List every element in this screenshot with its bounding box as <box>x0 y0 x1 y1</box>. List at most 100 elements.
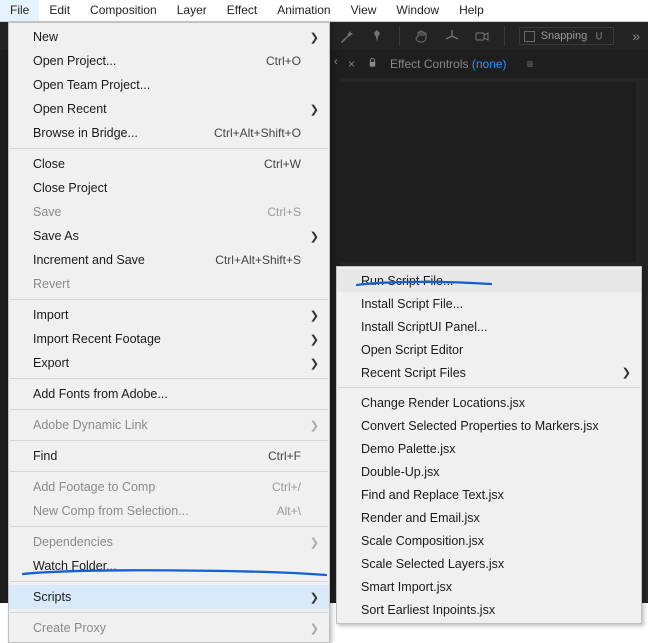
menu-item-label: Open Team Project... <box>33 78 301 92</box>
scripts-submenu: Run Script File...Install Script File...… <box>336 266 642 624</box>
panel-menu-icon[interactable]: ≡ <box>527 57 534 71</box>
scripts-menu-item[interactable]: Run Script File... <box>337 269 641 292</box>
menu-item-label: New <box>33 30 301 44</box>
axis-icon[interactable] <box>444 28 460 44</box>
file-menu-item: Dependencies ❯ <box>9 530 329 554</box>
menu-separator <box>10 526 328 527</box>
file-menu-item[interactable]: CloseCtrl+W <box>9 152 329 176</box>
menu-separator <box>10 440 328 441</box>
scripts-menu-item[interactable]: Recent Script Files❯ <box>337 361 641 384</box>
effect-controls-target: (none) <box>472 57 507 71</box>
file-menu-item[interactable]: Export❯ <box>9 351 329 375</box>
file-menu-item[interactable]: Watch Folder... <box>9 554 329 578</box>
scripts-menu-item[interactable]: Convert Selected Properties to Markers.j… <box>337 414 641 437</box>
menu-item-label: Double-Up.jsx <box>361 465 617 479</box>
submenu-arrow-icon: ❯ <box>622 366 631 379</box>
menu-file[interactable]: File <box>0 0 39 21</box>
menu-item-label: Watch Folder... <box>33 559 301 573</box>
file-menu-item[interactable]: Open Project...Ctrl+O <box>9 49 329 73</box>
scripts-menu-item[interactable]: Scale Selected Layers.jsx <box>337 552 641 575</box>
file-menu-item[interactable]: Open Recent❯ <box>9 97 329 121</box>
menu-layer[interactable]: Layer <box>167 0 217 21</box>
file-menu-item: Add Footage to CompCtrl+/ <box>9 475 329 499</box>
file-menu-item: SaveCtrl+S <box>9 200 329 224</box>
submenu-arrow-icon: ❯ <box>310 31 319 44</box>
file-menu-item[interactable]: Save As ❯ <box>9 224 329 248</box>
effect-controls-tab[interactable]: Effect Controls (none) <box>390 57 507 71</box>
menu-item-label: Find and Replace Text.jsx <box>361 488 617 502</box>
scripts-menu-item[interactable]: Demo Palette.jsx <box>337 437 641 460</box>
file-menu-item[interactable]: Import ❯ <box>9 303 329 327</box>
scripts-menu-item[interactable]: Render and Email.jsx <box>337 506 641 529</box>
file-menu-item[interactable]: Import Recent Footage❯ <box>9 327 329 351</box>
menu-item-label: Dependencies <box>33 535 301 549</box>
menu-separator <box>10 581 328 582</box>
file-menu-item[interactable]: Increment and SaveCtrl+Alt+Shift+S <box>9 248 329 272</box>
menu-item-shortcut: Alt+\ <box>277 504 301 518</box>
menu-item-shortcut: Ctrl+Alt+Shift+O <box>214 126 301 140</box>
menu-item-label: Save As <box>33 229 301 243</box>
menu-animation[interactable]: Animation <box>267 0 340 21</box>
menu-item-label: Render and Email.jsx <box>361 511 617 525</box>
hand-icon[interactable] <box>414 28 430 44</box>
panel-empty-area <box>340 82 636 262</box>
menu-view[interactable]: View <box>341 0 387 21</box>
menu-item-label: Save <box>33 205 267 219</box>
menu-item-label: Adobe Dynamic Link <box>33 418 301 432</box>
panel-collapse-left-icon[interactable]: ‹ <box>334 56 338 68</box>
scripts-menu-item[interactable]: Sort Earliest Inpoints.jsx <box>337 598 641 621</box>
file-menu-item[interactable]: Close Project <box>9 176 329 200</box>
scripts-menu-item[interactable]: Double-Up.jsx <box>337 460 641 483</box>
menu-window[interactable]: Window <box>386 0 449 21</box>
file-menu-item: Revert <box>9 272 329 296</box>
menu-effect[interactable]: Effect <box>217 0 267 21</box>
menu-item-label: Smart Import.jsx <box>361 580 617 594</box>
scripts-menu-item[interactable]: Find and Replace Text.jsx <box>337 483 641 506</box>
camera-icon[interactable] <box>474 28 490 44</box>
file-menu-item[interactable]: Browse in Bridge...Ctrl+Alt+Shift+O <box>9 121 329 145</box>
menu-item-label: Close Project <box>33 181 301 195</box>
menu-item-shortcut: Ctrl+/ <box>272 480 301 494</box>
file-menu-item[interactable]: Add Fonts from Adobe... <box>9 382 329 406</box>
menu-help[interactable]: Help <box>449 0 494 21</box>
toolbar-overflow-icon[interactable]: » <box>628 28 640 44</box>
pin-icon[interactable] <box>369 28 385 44</box>
scripts-menu-item[interactable]: Install ScriptUI Panel... <box>337 315 641 338</box>
wand-icon[interactable] <box>339 28 355 44</box>
menu-item-label: Open Script Editor <box>361 343 617 357</box>
submenu-arrow-icon: ❯ <box>310 309 319 322</box>
menu-item-label: Close <box>33 157 264 171</box>
submenu-arrow-icon: ❯ <box>310 357 319 370</box>
submenu-arrow-icon: ❯ <box>310 536 319 549</box>
menu-composition[interactable]: Composition <box>80 0 167 21</box>
panel-tabs: × Effect Controls (none) ≡ <box>340 50 648 78</box>
scripts-menu-item[interactable]: Smart Import.jsx <box>337 575 641 598</box>
scripts-menu-item[interactable]: Change Render Locations.jsx <box>337 391 641 414</box>
snapping-toggle[interactable]: Snapping <box>519 27 615 45</box>
menu-item-shortcut: Ctrl+S <box>267 205 301 219</box>
menu-separator <box>10 409 328 410</box>
menu-separator <box>10 299 328 300</box>
menu-item-label: Install ScriptUI Panel... <box>361 320 617 334</box>
file-menu-item[interactable]: Scripts❯ <box>9 585 329 609</box>
file-menu-item[interactable]: FindCtrl+F <box>9 444 329 468</box>
snapping-checkbox[interactable] <box>524 31 535 42</box>
menu-edit[interactable]: Edit <box>39 0 80 21</box>
menu-item-label: Demo Palette.jsx <box>361 442 617 456</box>
scripts-menu-item[interactable]: Open Script Editor <box>337 338 641 361</box>
menu-item-label: Import <box>33 308 301 322</box>
scripts-menu-item[interactable]: Scale Composition.jsx <box>337 529 641 552</box>
menu-separator <box>10 612 328 613</box>
menu-item-label: Increment and Save <box>33 253 215 267</box>
file-menu-item[interactable]: New ❯ <box>9 25 329 49</box>
file-menu-item[interactable]: Open Team Project... <box>9 73 329 97</box>
menubar: File Edit Composition Layer Effect Anima… <box>0 0 648 22</box>
scripts-menu-item[interactable]: Install Script File... <box>337 292 641 315</box>
toolbar-separator <box>399 26 400 46</box>
submenu-arrow-icon: ❯ <box>310 230 319 243</box>
menu-item-label: Scripts <box>33 590 301 604</box>
panel-expand-icon[interactable]: × <box>348 57 355 71</box>
menu-item-label: Open Project... <box>33 54 266 68</box>
menu-item-shortcut: Ctrl+W <box>264 157 301 171</box>
lock-icon[interactable] <box>367 57 378 71</box>
